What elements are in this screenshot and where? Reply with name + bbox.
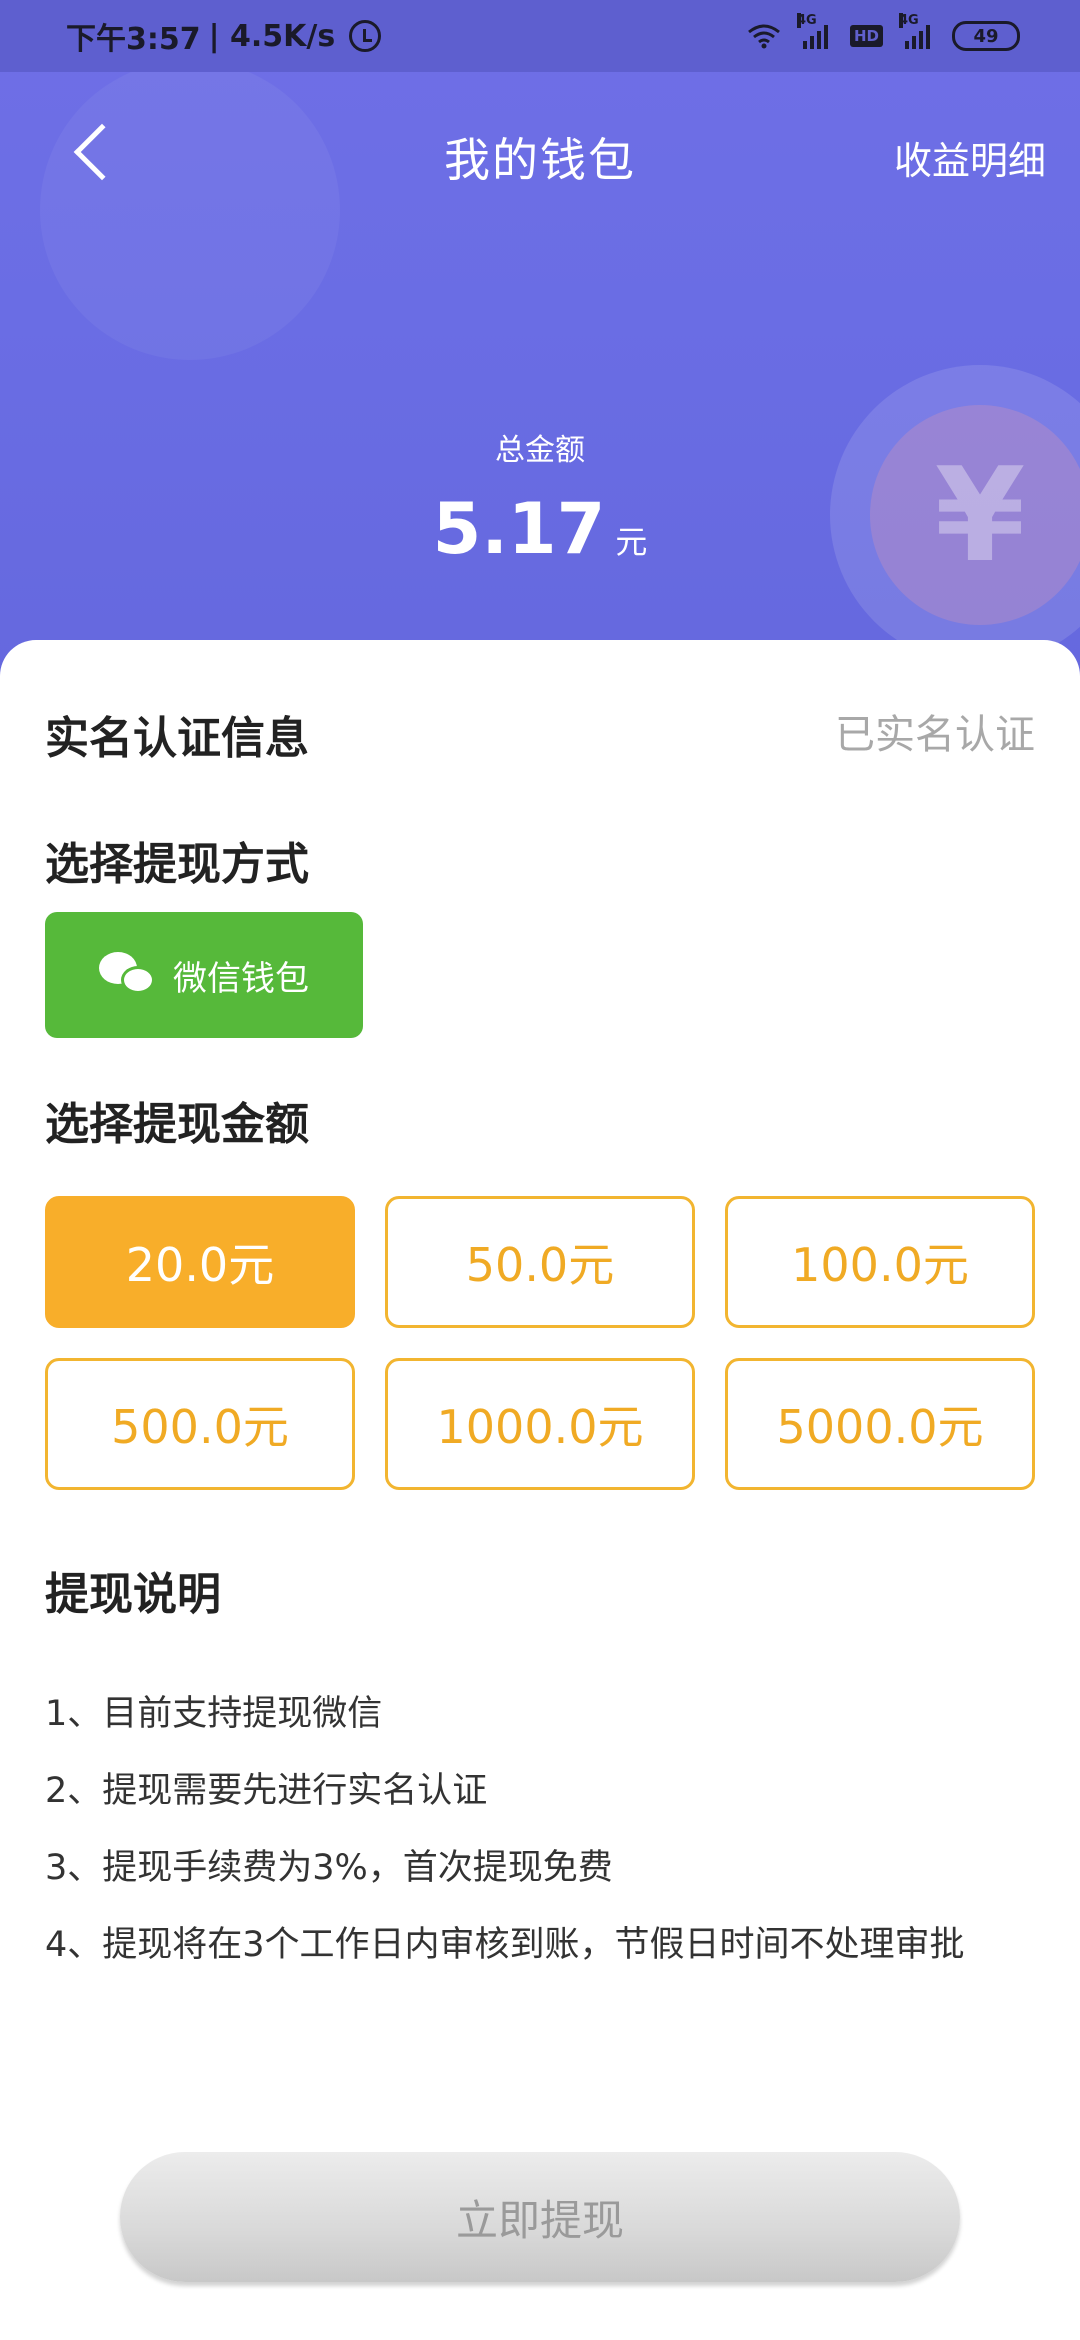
nav-bar: 我的钱包 收益明细	[0, 110, 1080, 200]
note-item: 2、提现需要先进行实名认证	[45, 1771, 488, 1811]
wechat-wallet-label: 微信钱包	[173, 958, 309, 999]
wechat-icon	[99, 952, 155, 998]
signal-icon-2: 4G	[899, 13, 930, 49]
network-speed: | 4.5K/s	[208, 18, 336, 54]
status-bar: 下午3:57 | 4.5K/s 4G HD 4G 49	[0, 0, 1080, 72]
amount-option[interactable]: 100.0元	[725, 1196, 1035, 1328]
verification-status: 已实名认证	[835, 712, 1035, 758]
signal-icon: 4G	[796, 13, 828, 49]
withdraw-now-button[interactable]: 立即提现	[120, 2152, 960, 2282]
note-item: 4、提现将在3个工作日内审核到账，节假日时间不处理审批	[45, 1925, 965, 1965]
amount-option[interactable]: 1000.0元	[385, 1358, 695, 1490]
amount-option[interactable]: 5000.0元	[725, 1358, 1035, 1490]
withdraw-notes-title: 提现说明	[45, 1569, 221, 1620]
wechat-wallet-option[interactable]: 微信钱包	[45, 912, 363, 1038]
total-amount: 5.17 元	[0, 488, 1080, 570]
verification-title: 实名认证信息	[45, 713, 309, 764]
total-amount-value: 5.17	[432, 488, 606, 570]
total-amount-unit: 元	[615, 523, 648, 561]
header-banner: ¥ 下午3:57 | 4.5K/s 4G HD 4G 49 我的钱包 收益明细 …	[0, 0, 1080, 700]
withdraw-method-title: 选择提现方式	[45, 839, 309, 890]
withdraw-amount-title: 选择提现金额	[45, 1099, 309, 1150]
battery-icon: 49	[952, 21, 1020, 51]
amount-option[interactable]: 500.0元	[45, 1358, 355, 1490]
total-amount-label: 总金额	[495, 433, 585, 468]
decorative-circle	[40, 60, 340, 360]
note-item: 3、提现手续费为3%，首次提现免费	[45, 1848, 613, 1888]
amount-option[interactable]: 50.0元	[385, 1196, 695, 1328]
withdraw-card: 实名认证信息 已实名认证 选择提现方式 微信钱包 选择提现金额 20.0元 50…	[0, 640, 1080, 2340]
wifi-icon	[748, 24, 780, 49]
hd-badge: HD	[849, 25, 883, 47]
amount-option[interactable]: 20.0元	[45, 1196, 355, 1328]
status-time: 下午3:57	[66, 22, 201, 57]
wallet-page: ¥ 下午3:57 | 4.5K/s 4G HD 4G 49 我的钱包 收益明细 …	[0, 0, 1080, 2340]
alarm-icon	[349, 20, 382, 52]
earnings-detail-link[interactable]: 收益明细	[894, 130, 1046, 185]
note-item: 1、目前支持提现微信	[45, 1694, 383, 1734]
